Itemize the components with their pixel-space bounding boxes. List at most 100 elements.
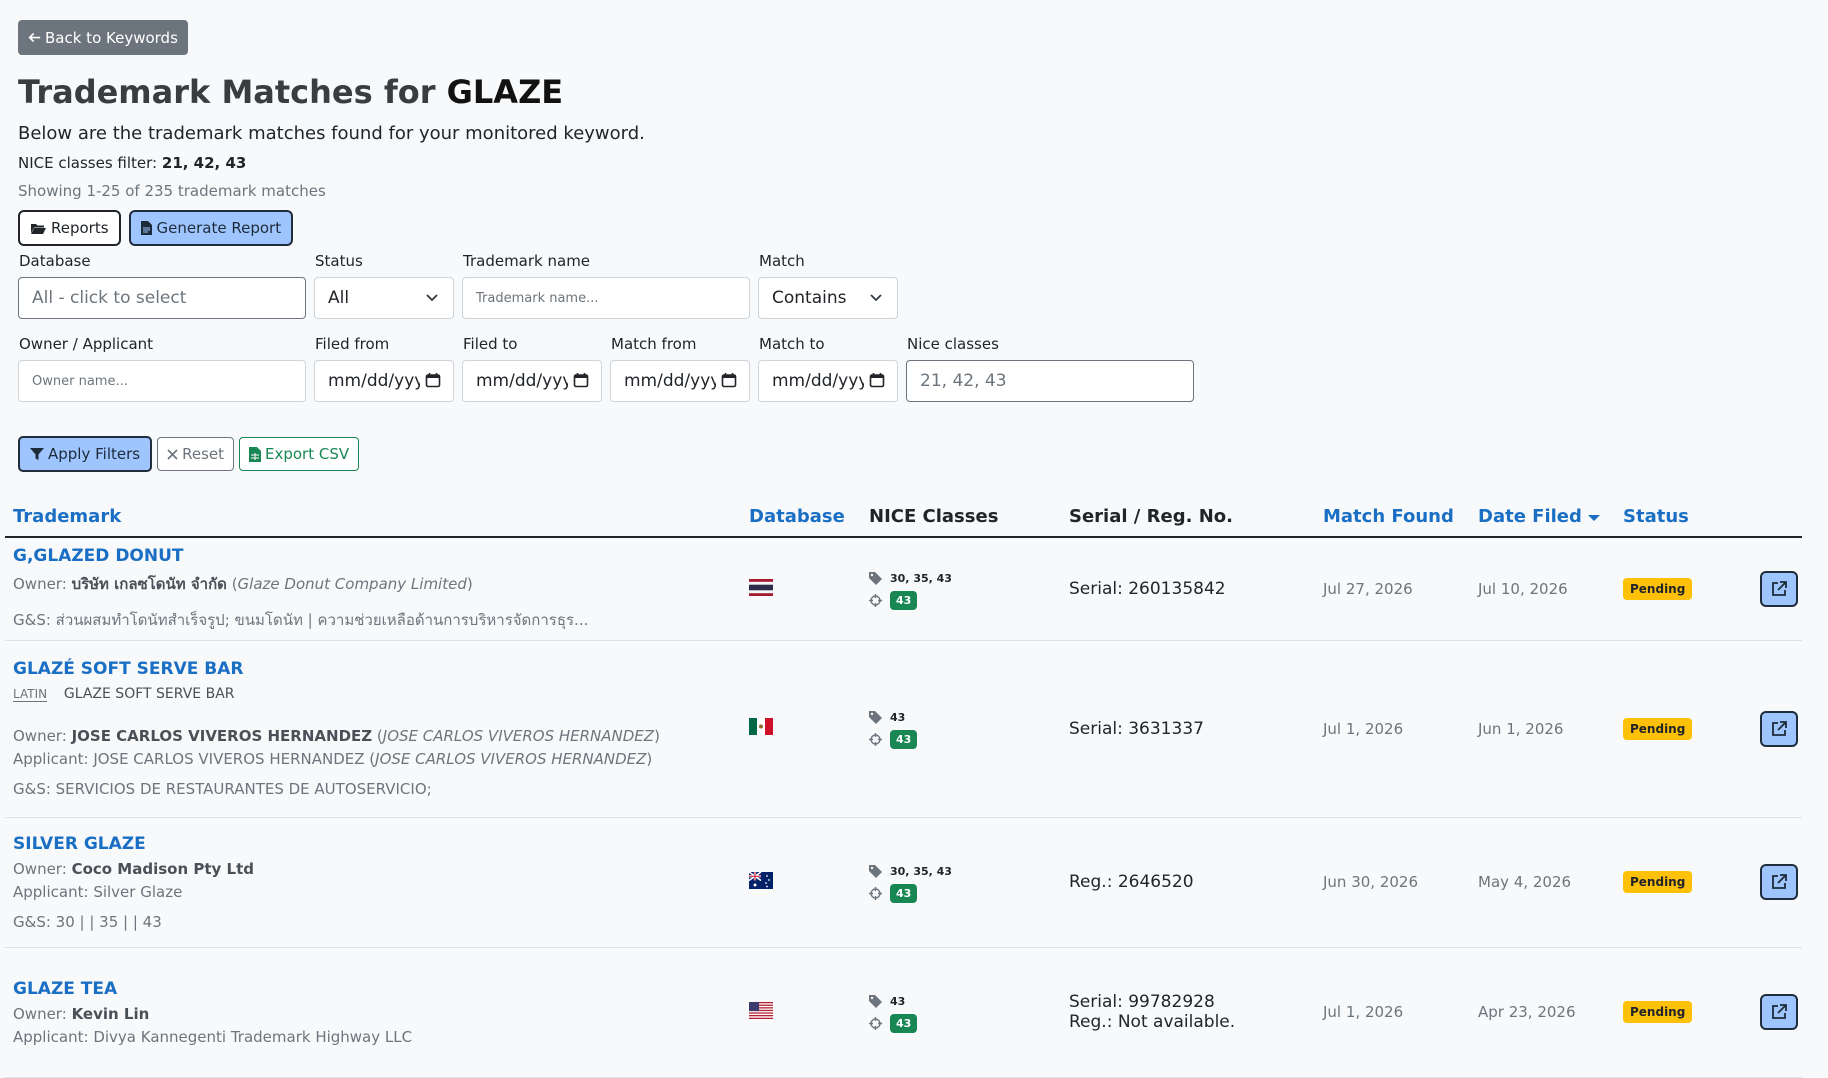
open-external-button[interactable] <box>1760 710 1798 747</box>
file-spreadsheet-icon <box>249 446 261 462</box>
filed-from-date[interactable]: mm/dd/yyyy <box>314 360 454 403</box>
calendar-icon <box>721 373 737 388</box>
matched-class-badge: 43 <box>890 1013 918 1033</box>
match-to-date[interactable]: mm/dd/yyyy <box>758 360 898 403</box>
owner-name: Coco Madison Pty Ltd <box>71 859 254 878</box>
matched-class-badge: 43 <box>890 730 918 750</box>
nice-match-line: 43 <box>869 1012 1053 1034</box>
owner-line-label: Owner: <box>13 575 67 594</box>
table-row: SILVER GLAZE Owner: Coco Madison Pty Ltd… <box>5 817 1802 948</box>
crosshair-icon <box>869 886 882 900</box>
external-link-icon <box>1772 1004 1787 1020</box>
owner-input[interactable]: Owner name... <box>18 360 306 403</box>
match-found-date: Jun 30, 2026 <box>1323 873 1419 892</box>
match-from-date[interactable]: mm/dd/yyyy <box>610 360 750 403</box>
date-filed: Jul 10, 2026 <box>1478 580 1568 599</box>
generate-report-button[interactable]: Generate Report <box>128 210 294 247</box>
applicant-line: Applicant: Divya Kannegenti Trademark Hi… <box>13 1028 733 1046</box>
apply-filters-button[interactable]: Apply Filters <box>18 436 153 473</box>
latin-label: LATIN <box>13 687 48 703</box>
match-to-value: mm/dd/yyyy <box>772 371 864 392</box>
owner-alt-name: JOSE CARLOS VIVEROS HERNANDEZ <box>382 727 655 746</box>
filed-to-date[interactable]: mm/dd/yyyy <box>462 360 602 403</box>
latin-line: LATIN GLAZE SOFT SERVE BAR <box>13 684 733 703</box>
filed-to-value: mm/dd/yyyy <box>476 371 568 392</box>
applicant-line-label: Applicant: <box>13 882 89 901</box>
chevron-down-icon <box>426 294 438 302</box>
sort-down-icon <box>1588 515 1601 522</box>
trademark-link[interactable]: GLAZE TEA <box>13 979 733 999</box>
usa-flag-icon <box>749 1001 773 1019</box>
chevron-down-icon <box>870 294 882 302</box>
trademark-name-input[interactable]: Trademark name... <box>462 277 750 320</box>
applicant-line-label: Applicant: <box>13 750 89 769</box>
date-filed: May 4, 2026 <box>1478 873 1572 892</box>
status-select[interactable]: All <box>314 277 454 320</box>
calendar-icon <box>869 373 885 388</box>
nice-classes-text: 30, 35, 43 <box>890 571 952 585</box>
page-title-keyword: GLAZE <box>446 73 564 111</box>
trademark-link[interactable]: GLAZÉ SOFT SERVE BAR <box>13 659 733 679</box>
applicant-line: Applicant: Silver Glaze <box>13 883 733 901</box>
back-to-keywords-button[interactable]: Back to Keywords <box>18 20 188 55</box>
owner-name: บริษัท เกลซโดนัท จำกัด <box>71 575 227 594</box>
crosshair-icon <box>869 593 882 607</box>
open-external-button[interactable] <box>1760 994 1798 1031</box>
header-actions <box>1752 503 1802 539</box>
database-label: Database <box>19 252 91 271</box>
export-csv-button[interactable]: Export CSV <box>239 437 360 472</box>
header-match-found[interactable]: Match Found <box>1315 503 1470 539</box>
reset-button[interactable]: Reset <box>157 437 234 472</box>
page-title-prefix: Trademark Matches for <box>18 73 436 111</box>
header-date-filed[interactable]: Date Filed <box>1470 503 1615 539</box>
table-row: GLAZÉ SOFT SERVE BAR LATIN GLAZE SOFT SE… <box>5 640 1802 818</box>
australia-flag-icon <box>749 871 773 889</box>
open-external-button[interactable] <box>1760 864 1798 901</box>
database-select[interactable]: All - click to select <box>18 277 306 320</box>
owner-line: Owner: Coco Madison Pty Ltd <box>13 860 733 878</box>
applicant-name: Divya Kannegenti Trademark Highway LLC <box>93 1027 413 1046</box>
filter-icon <box>30 448 44 461</box>
filed-from-label: Filed from <box>315 335 390 354</box>
status-badge: Pending <box>1623 717 1693 740</box>
registration-number: Reg.: Not available. <box>1069 1012 1236 1033</box>
applicant-line-label: Applicant: <box>13 1027 89 1046</box>
mexico-flag-icon <box>749 718 773 736</box>
trademark-link[interactable]: SILVER GLAZE <box>13 834 733 854</box>
trademark-link[interactable]: G,GLAZED DONUT <box>13 546 733 566</box>
reports-label: Reports <box>51 219 109 238</box>
owner-line: Owner: JOSE CARLOS VIVEROS HERNANDEZ (JO… <box>13 727 660 746</box>
header-trademark[interactable]: Trademark <box>5 503 741 539</box>
nice-classes-input[interactable]: 21, 42, 43 <box>906 360 1194 403</box>
external-link-icon <box>1772 874 1787 890</box>
tag-icon <box>869 864 882 878</box>
generate-report-label: Generate Report <box>156 219 282 238</box>
latin-value: GLAZE SOFT SERVE BAR <box>63 686 235 703</box>
status-value: All <box>328 288 350 309</box>
owner-alt-name: Glaze Donut Company Limited <box>237 575 467 594</box>
match-select[interactable]: Contains <box>758 277 898 320</box>
header-status[interactable]: Status <box>1615 503 1752 539</box>
showing-count: Showing 1-25 of 235 trademark matches <box>18 182 326 201</box>
header-serial: Serial / Reg. No. <box>1061 503 1315 539</box>
header-nice-classes: NICE Classes <box>861 503 1061 539</box>
table-row: GLAZE TEA Owner: Kevin Lin Applicant: Di… <box>5 947 1802 1078</box>
match-found-date: Jul 1, 2026 <box>1323 719 1404 738</box>
export-csv-label: Export CSV <box>265 445 350 464</box>
nice-tag-line: 30, 35, 43 <box>869 567 1053 589</box>
status-label: Status <box>315 252 363 271</box>
applicant-name: JOSE CARLOS VIVEROS HERNANDEZ <box>93 750 365 769</box>
owner-line: Owner: บริษัท เกลซโดนัท จำกัด (Glaze Don… <box>13 575 473 594</box>
back-button-label: Back to Keywords <box>45 28 178 47</box>
filters-form: Database All - click to select Status Al… <box>18 252 1810 473</box>
nice-tag-line: 43 <box>869 707 1053 729</box>
registration-number: Reg.: 2646520 <box>1069 872 1194 893</box>
reports-button[interactable]: Reports <box>18 210 121 247</box>
owner-line-label: Owner: <box>13 859 67 878</box>
close-icon <box>167 449 178 460</box>
match-from-label: Match from <box>611 335 697 354</box>
date-filed: Apr 23, 2026 <box>1478 1003 1576 1022</box>
header-database[interactable]: Database <box>741 503 861 539</box>
nice-classes-label: Nice classes <box>907 335 999 354</box>
open-external-button[interactable] <box>1760 571 1798 608</box>
